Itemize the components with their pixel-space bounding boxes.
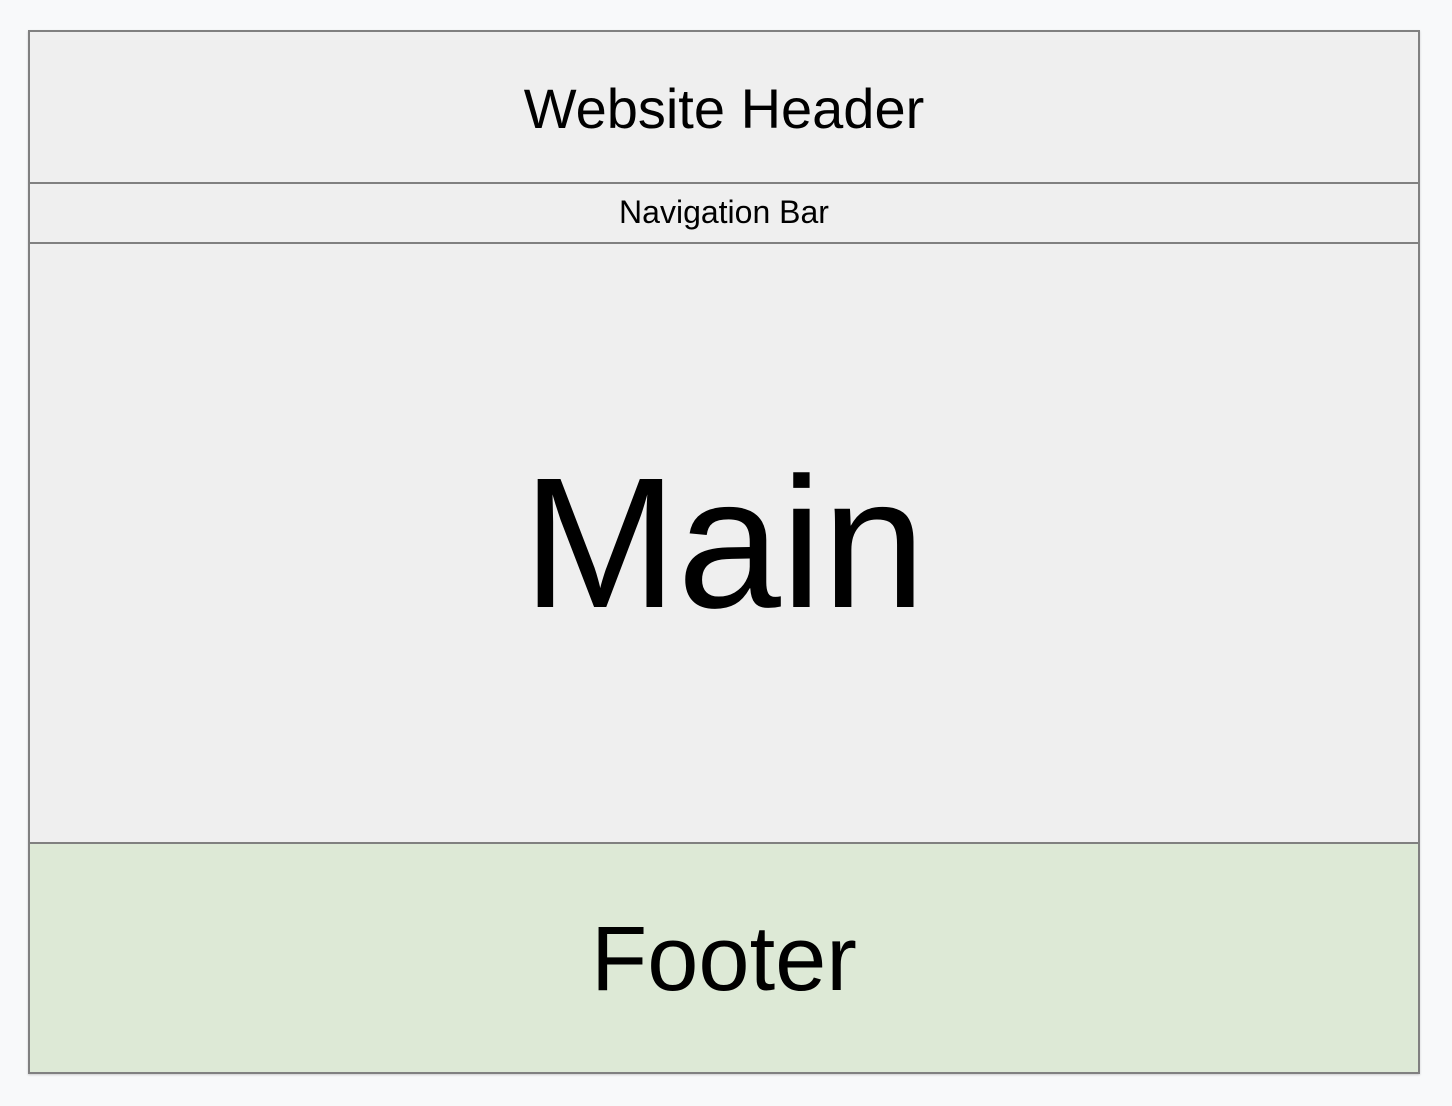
- website-layout-diagram: Website Header Navigation Bar Main Foote…: [28, 30, 1420, 1074]
- navigation-bar-region: Navigation Bar: [30, 184, 1418, 244]
- footer-label: Footer: [591, 907, 857, 1010]
- footer-region: Footer: [30, 844, 1418, 1072]
- main-region: Main: [30, 244, 1418, 844]
- header-label: Website Header: [523, 76, 925, 140]
- main-label: Main: [522, 439, 926, 647]
- navigation-bar-label: Navigation Bar: [619, 193, 829, 230]
- header-region: Website Header: [30, 32, 1418, 184]
